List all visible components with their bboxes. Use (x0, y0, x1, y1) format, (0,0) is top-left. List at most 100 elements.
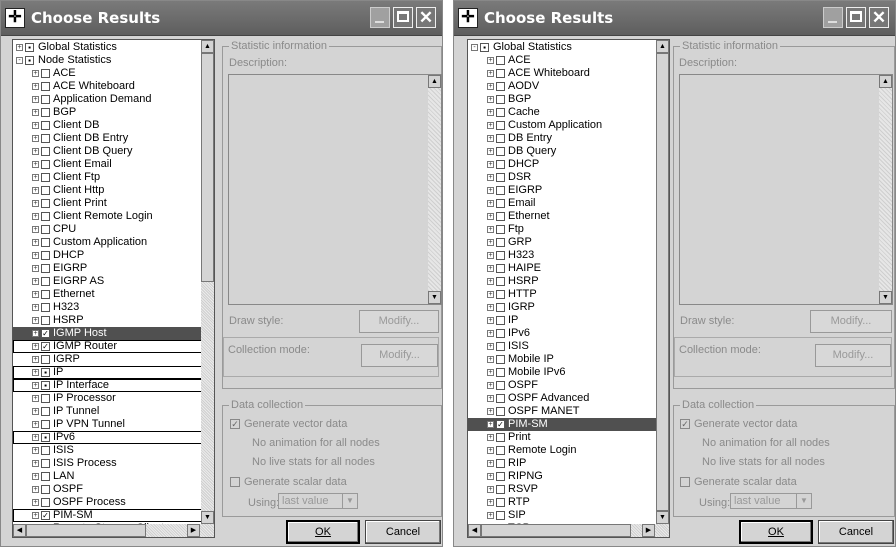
tree-item-checkbox[interactable] (496, 95, 505, 104)
tree-item[interactable]: + OSPF (468, 379, 657, 392)
tree-item[interactable]: + ▪ Global Statistics (13, 41, 202, 54)
expand-icon[interactable]: + (32, 135, 39, 142)
ok-button[interactable]: OK (739, 520, 813, 544)
close-icon[interactable]: ✕ (416, 7, 436, 28)
expand-icon[interactable]: + (487, 460, 494, 467)
tree-item-checkbox[interactable]: ✓ (496, 420, 505, 429)
tree-item-checkbox[interactable] (496, 342, 505, 351)
tree-item[interactable]: + Print (468, 431, 657, 444)
expand-icon[interactable]: + (32, 356, 39, 363)
tree-item-checkbox[interactable] (496, 173, 505, 182)
tree-item[interactable]: + EIGRP AS (13, 275, 202, 288)
expand-icon[interactable]: + (487, 343, 494, 350)
tree-item-checkbox[interactable] (496, 212, 505, 221)
tree-item-checkbox[interactable] (41, 160, 50, 169)
tree-item-checkbox[interactable] (496, 251, 505, 260)
tree-item-checkbox[interactable] (496, 446, 505, 455)
title-bar[interactable]: ✛ Choose Results ✕ (1, 1, 442, 36)
tree-item[interactable]: + AODV (468, 80, 657, 93)
generate-scalar-checkbox[interactable] (230, 477, 240, 487)
tree-item[interactable]: + Remote Login (468, 444, 657, 457)
scroll-right-icon[interactable]: ▶ (187, 524, 200, 537)
expand-icon[interactable]: + (487, 486, 494, 493)
tree-item[interactable]: + LAN (13, 470, 202, 483)
expand-icon[interactable]: + (32, 187, 39, 194)
expand-icon[interactable]: + (487, 291, 494, 298)
expand-icon[interactable]: + (32, 213, 39, 220)
tree-item[interactable]: + H323 (468, 249, 657, 262)
expand-icon[interactable]: + (32, 421, 39, 428)
tree-item-checkbox[interactable] (496, 69, 505, 78)
tree-item-checkbox[interactable] (496, 82, 505, 91)
collapse-icon[interactable]: - (16, 57, 23, 64)
expand-icon[interactable]: + (32, 70, 39, 77)
title-bar[interactable]: ✛ Choose Results ✕ (454, 1, 895, 36)
expand-icon[interactable]: + (487, 369, 494, 376)
tree-item[interactable]: + ISIS (468, 340, 657, 353)
scroll-down-icon[interactable]: ▼ (201, 511, 214, 524)
tree-item[interactable]: + Mobile IP (468, 353, 657, 366)
scroll-down-icon[interactable]: ▼ (656, 511, 669, 524)
tree-item-checkbox[interactable] (41, 134, 50, 143)
tree-item-checkbox[interactable] (496, 407, 505, 416)
expand-icon[interactable]: + (487, 83, 494, 90)
expand-icon[interactable]: + (32, 343, 39, 350)
expand-icon[interactable]: + (32, 395, 39, 402)
expand-icon[interactable]: + (487, 239, 494, 246)
scroll-left-icon[interactable]: ◀ (13, 524, 26, 537)
tree-item-checkbox[interactable] (496, 108, 505, 117)
tree-item-checkbox[interactable] (496, 277, 505, 286)
tree-item-checkbox[interactable] (41, 264, 50, 273)
tree-item-checkbox[interactable] (41, 277, 50, 286)
expand-icon[interactable]: + (487, 278, 494, 285)
tree-item-checkbox[interactable] (41, 186, 50, 195)
tree-item-checkbox[interactable] (41, 290, 50, 299)
expand-icon[interactable]: + (32, 486, 39, 493)
tree-item[interactable]: + Client DB (13, 119, 202, 132)
expand-icon[interactable]: + (487, 330, 494, 337)
expand-icon[interactable]: + (487, 512, 494, 519)
tree-item-checkbox[interactable] (496, 472, 505, 481)
expand-icon[interactable]: + (487, 473, 494, 480)
tree-item[interactable]: + Client Ftp (13, 171, 202, 184)
expand-icon[interactable]: + (32, 161, 39, 168)
desc-scroll-up-icon[interactable]: ▲ (879, 75, 892, 88)
tree-item[interactable]: + Custom Application (13, 236, 202, 249)
tree-item[interactable]: + BGP (13, 106, 202, 119)
tree-item-checkbox[interactable] (41, 82, 50, 91)
expand-icon[interactable]: + (487, 148, 494, 155)
expand-icon[interactable]: + (32, 252, 39, 259)
tree-item-checkbox[interactable] (496, 147, 505, 156)
expand-icon[interactable]: + (32, 239, 39, 246)
tree-item[interactable]: + ✓ IGMP Router (13, 340, 202, 353)
collection-mode-modify-button[interactable]: Modify... (361, 344, 438, 367)
tree-item[interactable]: + Client Remote Login (13, 210, 202, 223)
expand-icon[interactable]: + (487, 226, 494, 233)
tree-item[interactable]: + DHCP (13, 249, 202, 262)
tree-item-checkbox[interactable] (41, 212, 50, 221)
expand-icon[interactable]: + (487, 382, 494, 389)
expand-icon[interactable]: + (487, 265, 494, 272)
tree-item-checkbox[interactable] (41, 303, 50, 312)
tree-item-checkbox[interactable] (496, 498, 505, 507)
tree-item-checkbox[interactable] (496, 290, 505, 299)
draw-style-modify-button[interactable]: Modify... (359, 310, 439, 333)
tree-item[interactable]: + IP Processor (13, 392, 202, 405)
tree-item-checkbox[interactable]: ▪ (25, 43, 34, 52)
expand-icon[interactable]: + (32, 148, 39, 155)
tree-item-checkbox[interactable] (496, 485, 505, 494)
expand-icon[interactable]: + (32, 499, 39, 506)
tree-item-checkbox[interactable]: ✓ (41, 342, 50, 351)
tree-item[interactable]: + Mobile IPv6 (468, 366, 657, 379)
tree-item[interactable]: + EIGRP (13, 262, 202, 275)
tree-item[interactable]: + ✓ IGMP Host (13, 327, 202, 340)
cancel-button[interactable]: Cancel (365, 520, 441, 544)
tree-item[interactable]: + Client Email (13, 158, 202, 171)
expand-icon[interactable]: + (487, 174, 494, 181)
expand-icon[interactable]: + (32, 83, 39, 90)
tree-item[interactable]: + IP Tunnel (13, 405, 202, 418)
expand-icon[interactable]: + (32, 317, 39, 324)
h-scroll-thumb[interactable] (26, 524, 146, 537)
tree-item-checkbox[interactable] (496, 225, 505, 234)
expand-icon[interactable]: + (487, 421, 494, 428)
